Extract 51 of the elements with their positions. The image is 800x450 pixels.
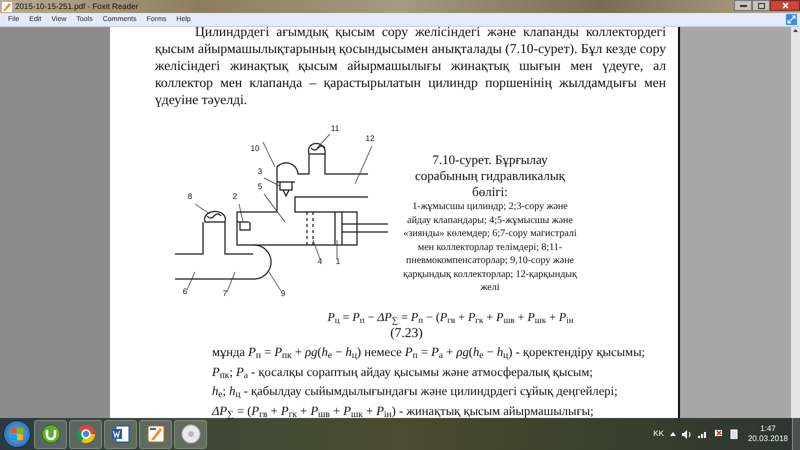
definition-line: мұнда P$_{п}$ = P$_{пк}$ + ρg(h$_{е}$ − h$_{ц}$) немесе P$_{п}$ = P$_{а}$ + ρg(h$_{е}$ − h$_{ц}$) - қоректендіру қысымы; xyxy=(212,344,646,362)
signal-icon[interactable] xyxy=(698,430,708,438)
maximize-button[interactable] xyxy=(752,0,770,11)
definition-line: P$_{пк}$; P$_{а}$ - қосалқы сораптың айдау қысымы және атмосфералық қысым; xyxy=(212,364,594,382)
callout-number: 10 xyxy=(250,144,260,153)
clock-date[interactable]: 20.03.2018 xyxy=(748,434,788,444)
maximize-icon xyxy=(758,2,764,8)
app-icon xyxy=(40,424,60,444)
definition-line: ΔP$_{∑}$ = (P$_{гв}$ + P$_{гк}$ + P$_{шв}$ + P$_{шк}$ + P$_{ін}$) - жинақтық қысым айырмашылығы; xyxy=(212,402,595,421)
callout-number: 2 xyxy=(232,192,238,201)
close-button[interactable] xyxy=(770,0,800,11)
clock-time[interactable]: 1:47 xyxy=(760,424,776,434)
equation-number: (7.23) xyxy=(390,325,423,341)
taskbar-button[interactable] xyxy=(104,420,137,448)
minimize-icon xyxy=(740,4,746,6)
show-hidden-icons-icon[interactable] xyxy=(670,432,676,436)
callout-number: 9 xyxy=(280,289,286,298)
taskbar-button[interactable] xyxy=(139,420,172,448)
callout-number: 11 xyxy=(330,124,340,133)
app-icon xyxy=(2,2,12,12)
callout-number: 12 xyxy=(366,134,374,143)
fullscreen-icon[interactable] xyxy=(786,14,797,25)
taskbar-button[interactable] xyxy=(69,420,102,448)
volume-icon[interactable] xyxy=(682,430,692,438)
callout-number: 4 xyxy=(318,257,322,266)
callout-number: 5 xyxy=(258,182,262,191)
app-icon xyxy=(76,424,96,444)
window-title: 2015-10-15-251.pdf - Foxit Reader xyxy=(15,2,138,10)
app-icon xyxy=(110,424,130,444)
app-icon xyxy=(146,424,166,444)
body-paragraph: Цилиндрдегі ағымдық қысым сору желісіндегі және клапанды коллектордегі қысым айырмашылықтарының қосындысымен анықталады (7.10-сурет). Бұл кезде сору желісіндегі жинақтық қысым айырмашылығы жинақтық шығын мен үдеуге, ал коллектор мен клапанда – қарастырылатын цилиндр поршенінің жылдамдығы мен үдеуіне тәуелді. xyxy=(155,23,666,108)
callout-number: 6 xyxy=(182,287,188,296)
figure-caption-title: 7.10-сурет. Бұрғылау сорабының гидравликалық бөлігі: xyxy=(414,152,566,200)
windows-logo-icon xyxy=(11,428,23,440)
taskbar-button[interactable] xyxy=(174,420,207,448)
language-indicator[interactable]: KK xyxy=(653,428,664,440)
callout-number: 8 xyxy=(188,192,192,201)
figure-legend: 1-жұмысшы цилиндр; 2;3-сору және айдау клапандары; 4;5-жұмысшы және «зиянды» көлемдер; 6;7-сору магистралі мен коллекторлар телімдері; 8;11-пневмокомпенсаторлар; 9,10-сору және қарқындық коллекторлар; 12-қарқындық желі xyxy=(400,200,580,294)
start-button[interactable] xyxy=(3,420,31,448)
definition-line: h$_{е}$; h$_{ц}$ - қабылдау сыйымдылығындағы және цилиндрдегі сұйық деңгейлері; xyxy=(212,383,619,402)
close-icon xyxy=(782,2,788,9)
taskbar-button[interactable] xyxy=(34,420,67,448)
scroll-up-icon[interactable] xyxy=(793,29,798,32)
scrollbar[interactable] xyxy=(791,27,800,418)
app-icon xyxy=(180,424,200,444)
equation: P$_{ц}$ = P$_{п}$ − ΔP$_{∑}$ = P$_{п}$ − (P$_{гв}$ + P$_{гк}$ + P$_{шв}$ + P$_{шк}$ + P$_{ін}$ xyxy=(327,309,574,325)
callout-number: 3 xyxy=(258,167,262,176)
callout-number: 1 xyxy=(336,257,340,266)
flag-icon[interactable] xyxy=(714,429,724,439)
minimize-button[interactable] xyxy=(734,0,752,11)
callout-number: 7 xyxy=(222,289,228,298)
